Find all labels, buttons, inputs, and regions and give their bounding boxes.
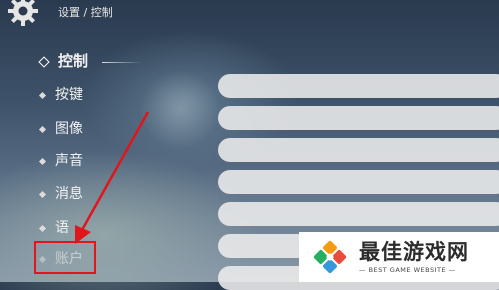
sidebar-item-messages[interactable]: 消息 [38, 183, 83, 203]
sidebar-item-control[interactable]: 控制 [38, 50, 89, 71]
sidebar-item-label: 声音 [55, 153, 83, 169]
sidebar-item-label: 消息 [55, 186, 83, 202]
watermark: 最佳游戏网 — BEST GAME WEBSITE — [299, 232, 499, 282]
diamond-icon [38, 55, 50, 68]
logo-icon [313, 240, 347, 274]
settings-row[interactable] [218, 138, 499, 162]
watermark-title: 最佳游戏网 [359, 240, 469, 264]
sidebar-item-label: 控制 [58, 52, 89, 70]
settings-row[interactable] [218, 170, 499, 194]
sidebar-item-language[interactable]: 语 [38, 217, 69, 237]
diamond-icon [38, 91, 47, 99]
sidebar-item-label: 按键 [55, 87, 83, 103]
sidebar-item-audio[interactable]: 声音 [38, 150, 83, 170]
breadcrumb: 设置 / 控制 [58, 6, 113, 19]
top-bar: 设置 / 控制 [0, 0, 499, 26]
settings-row[interactable] [218, 202, 499, 226]
sidebar-item-graphics[interactable]: 图像 [38, 118, 83, 138]
diamond-icon [38, 125, 47, 133]
sidebar-item-label: 语 [55, 220, 69, 236]
sidebar-item-label: 图像 [55, 121, 83, 137]
diamond-icon [38, 224, 47, 232]
settings-row[interactable] [218, 74, 499, 98]
sidebar-item-keys[interactable]: 按键 [38, 84, 83, 104]
watermark-subtitle: — BEST GAME WEBSITE — [359, 266, 456, 274]
gear-icon[interactable] [6, 0, 40, 28]
active-indicator-line [102, 62, 142, 63]
watermark-subtitle-text: BEST GAME WEBSITE [368, 266, 447, 274]
background-blur [140, 70, 220, 150]
highlight-box [34, 241, 96, 274]
diamond-icon [38, 190, 47, 198]
settings-row[interactable] [218, 106, 499, 130]
diamond-icon [38, 157, 47, 165]
